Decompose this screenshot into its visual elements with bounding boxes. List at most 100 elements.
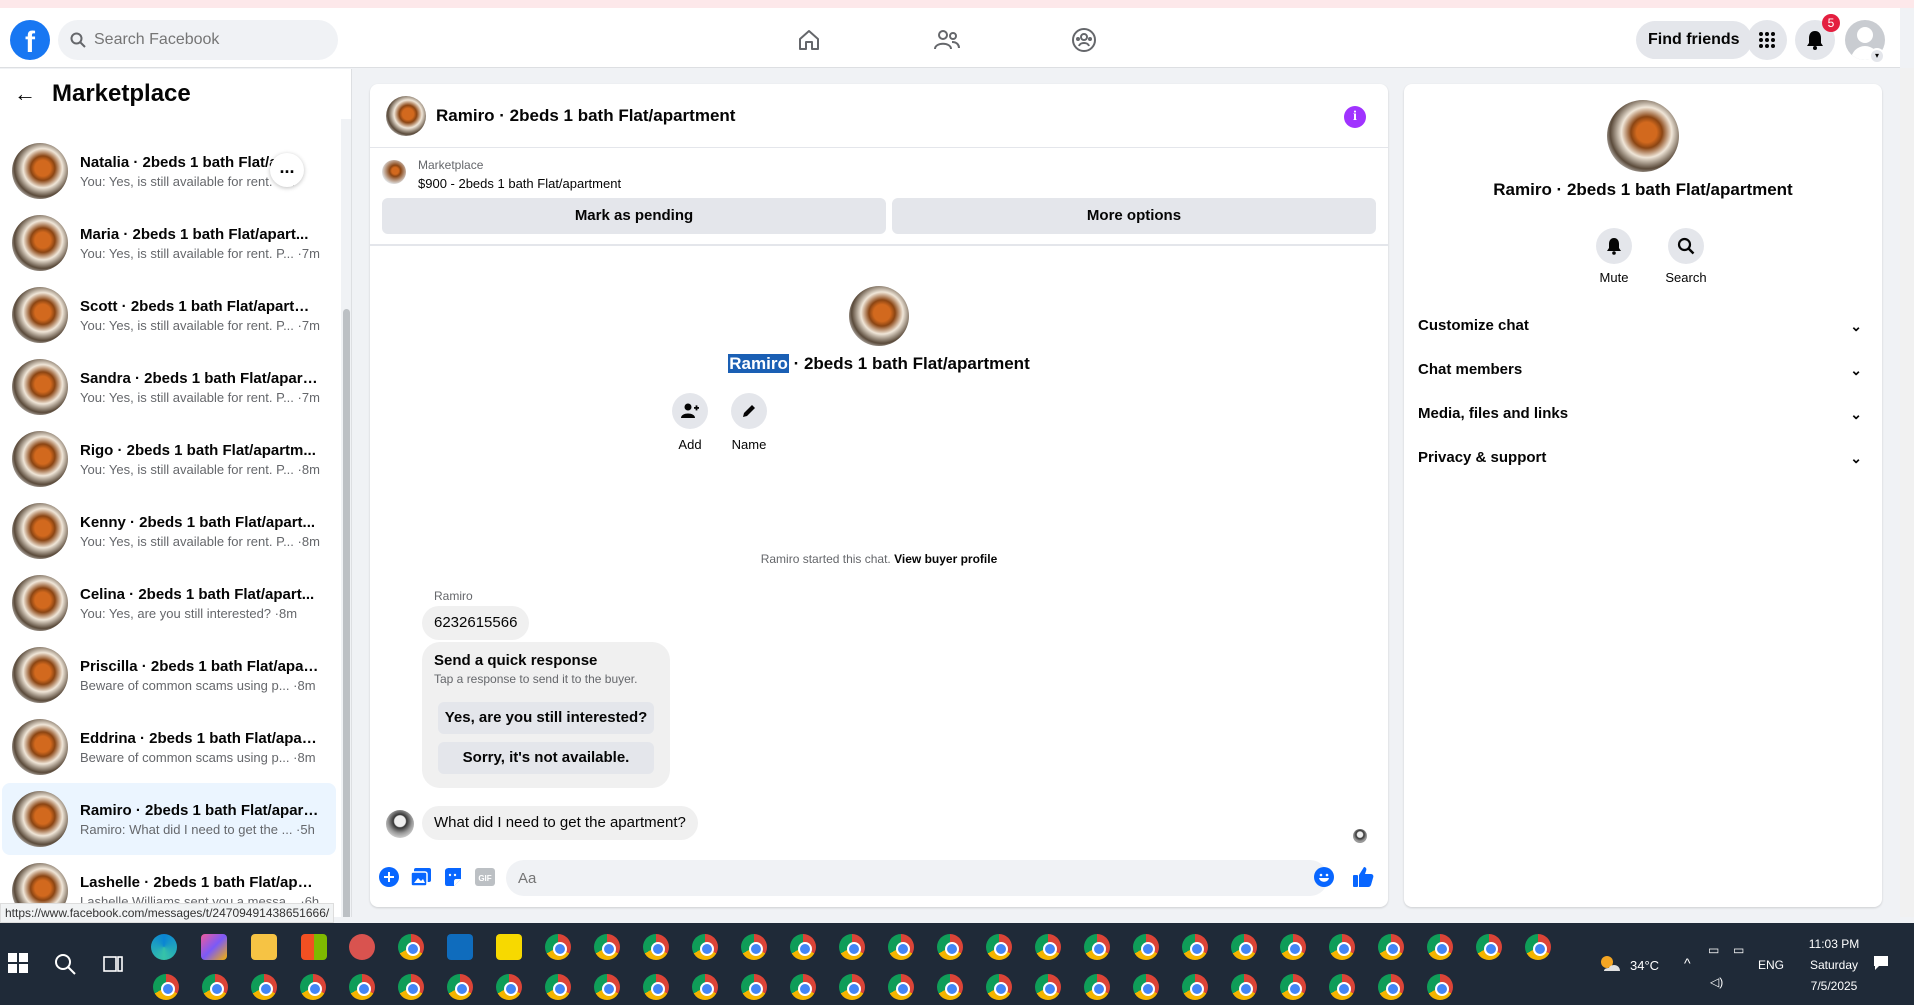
notification-center-icon[interactable]	[1873, 955, 1889, 976]
quick-response-option[interactable]: Sorry, it's not available.	[438, 742, 654, 774]
chrome-icon[interactable]	[1035, 974, 1061, 1000]
chat-members-section[interactable]: Chat members ⌄	[1418, 352, 1868, 388]
chrome-icon[interactable]	[1133, 934, 1159, 960]
search-box[interactable]	[58, 20, 338, 60]
chrome-icon[interactable]	[692, 934, 718, 960]
chrome-icon[interactable]	[300, 974, 326, 1000]
chrome-icon[interactable]	[937, 974, 963, 1000]
language-indicator[interactable]: ENG	[1758, 958, 1784, 972]
listing-thumbnail[interactable]	[382, 160, 406, 184]
thumbs-up-icon[interactable]	[1352, 866, 1374, 888]
chrome-icon[interactable]	[937, 934, 963, 960]
chrome-icon[interactable]	[1231, 974, 1257, 1000]
message-bubble[interactable]: 6232615566	[422, 606, 530, 640]
conversation-item[interactable]: Scott · 2beds 1 bath Flat/apartm... You: …	[2, 279, 336, 351]
chrome-icon[interactable]	[1280, 974, 1306, 1000]
sidebar-scrollbar[interactable]	[341, 119, 351, 917]
edit-name-button[interactable]: Name	[719, 393, 779, 452]
outlook-icon[interactable]	[447, 934, 473, 960]
details-thumbnail[interactable]	[1607, 100, 1679, 172]
conversation-item[interactable]: Celina · 2beds 1 bath Flat/apart... You: …	[2, 567, 336, 639]
volume-icon[interactable]: ◁)	[1710, 975, 1723, 989]
chrome-icon[interactable]	[1329, 974, 1355, 1000]
sticker-icon[interactable]	[442, 866, 464, 888]
groups-icon[interactable]	[1068, 24, 1100, 56]
chrome-icon[interactable]	[790, 974, 816, 1000]
chrome-icon[interactable]	[888, 974, 914, 1000]
clock-time[interactable]: 11:03 PM	[1800, 937, 1868, 951]
photo-icon[interactable]	[410, 866, 432, 888]
back-arrow-icon[interactable]: ←	[14, 81, 36, 107]
chrome-icon[interactable]	[398, 934, 424, 960]
message-input[interactable]	[506, 860, 1266, 896]
chrome-icon[interactable]	[398, 974, 424, 1000]
chrome-icon[interactable]	[202, 974, 228, 1000]
quick-response-option[interactable]: Yes, are you still interested?	[438, 702, 654, 734]
home-icon[interactable]	[793, 24, 825, 56]
mark-as-pending-button[interactable]: Mark as pending	[382, 198, 886, 234]
conversation-item[interactable]: Natalia · 2beds 1 bath Flat/ap You: Yes, …	[2, 135, 336, 207]
store-icon[interactable]	[301, 934, 327, 960]
conversation-item-active[interactable]: Ramiro · 2beds 1 bath Flat/apart... Ramir…	[2, 783, 336, 855]
chrome-icon[interactable]	[349, 974, 375, 1000]
gif-icon[interactable]: GIF	[474, 866, 496, 888]
chrome-icon[interactable]	[643, 934, 669, 960]
chrome-icon[interactable]	[692, 974, 718, 1000]
chrome-icon[interactable]	[447, 974, 473, 1000]
clock-date[interactable]: 7/5/2025	[1800, 979, 1868, 993]
chrome-icon[interactable]	[1231, 934, 1257, 960]
weather-icon[interactable]	[1598, 953, 1622, 980]
chrome-icon[interactable]	[1427, 974, 1453, 1000]
page-scrollbar[interactable]	[1900, 68, 1914, 917]
menu-grid-icon[interactable]	[1747, 20, 1787, 60]
windows-start-icon[interactable]	[8, 953, 28, 973]
chrome-icon[interactable]	[839, 934, 865, 960]
chrome-icon[interactable]	[496, 974, 522, 1000]
chrome-icon[interactable]	[1378, 974, 1404, 1000]
taskbar-search-icon[interactable]	[54, 953, 76, 980]
sender-avatar[interactable]	[386, 810, 414, 838]
weather-temperature[interactable]: 34°C	[1630, 958, 1659, 973]
conversation-item[interactable]: Maria · 2beds 1 bath Flat/apart... You: Y…	[2, 207, 336, 279]
display-icon[interactable]: ▭	[1733, 943, 1744, 957]
copilot-icon[interactable]	[201, 934, 227, 960]
chrome-icon[interactable]	[839, 974, 865, 1000]
search-in-chat-button[interactable]: Search	[1656, 228, 1716, 285]
emoji-icon[interactable]	[1313, 866, 1335, 888]
chrome-icon[interactable]	[1035, 934, 1061, 960]
sticky-notes-icon[interactable]	[496, 934, 522, 960]
facebook-logo[interactable]: f	[10, 20, 50, 60]
conversation-item[interactable]: Priscilla · 2beds 1 bath Flat/apart... Be…	[2, 639, 336, 711]
message-bubble[interactable]: What did I need to get the apartment?	[422, 806, 698, 840]
chrome-icon[interactable]	[1427, 934, 1453, 960]
add-person-button[interactable]: Add	[660, 393, 720, 452]
media-files-links-section[interactable]: Media, files and links ⌄	[1418, 396, 1868, 432]
customize-chat-section[interactable]: Customize chat ⌄	[1418, 308, 1868, 344]
network-icon[interactable]: ▭	[1708, 943, 1719, 957]
plus-icon[interactable]	[378, 866, 400, 888]
chrome-icon[interactable]	[1182, 934, 1208, 960]
chrome-icon[interactable]	[1084, 934, 1110, 960]
task-view-icon[interactable]	[102, 953, 124, 980]
view-buyer-profile-link[interactable]: View buyer profile	[894, 552, 997, 566]
chrome-icon[interactable]	[986, 934, 1012, 960]
more-dots-icon[interactable]: ...	[270, 153, 304, 187]
chrome-icon[interactable]	[790, 934, 816, 960]
friends-icon[interactable]	[931, 24, 963, 56]
privacy-support-section[interactable]: Privacy & support ⌄	[1418, 440, 1868, 476]
chrome-icon[interactable]	[1476, 934, 1502, 960]
app-icon[interactable]	[349, 934, 375, 960]
conversation-item[interactable]: Eddrina · 2beds 1 bath Flat/apart... Bewa…	[2, 711, 336, 783]
listing-price[interactable]: $900 - 2beds 1 bath Flat/apartment	[418, 176, 621, 191]
chrome-icon[interactable]	[1133, 974, 1159, 1000]
chrome-icon[interactable]	[594, 974, 620, 1000]
chrome-icon[interactable]	[1329, 934, 1355, 960]
chrome-icon[interactable]	[1084, 974, 1110, 1000]
conversation-item[interactable]: Rigo · 2beds 1 bath Flat/apartm... You: Y…	[2, 423, 336, 495]
chrome-icon[interactable]	[1378, 934, 1404, 960]
edge-icon[interactable]	[151, 934, 177, 960]
info-icon[interactable]: i	[1344, 106, 1366, 128]
clock-day[interactable]: Saturday	[1800, 958, 1868, 972]
tray-chevron-up-icon[interactable]: ^	[1684, 955, 1691, 971]
chrome-icon[interactable]	[545, 934, 571, 960]
